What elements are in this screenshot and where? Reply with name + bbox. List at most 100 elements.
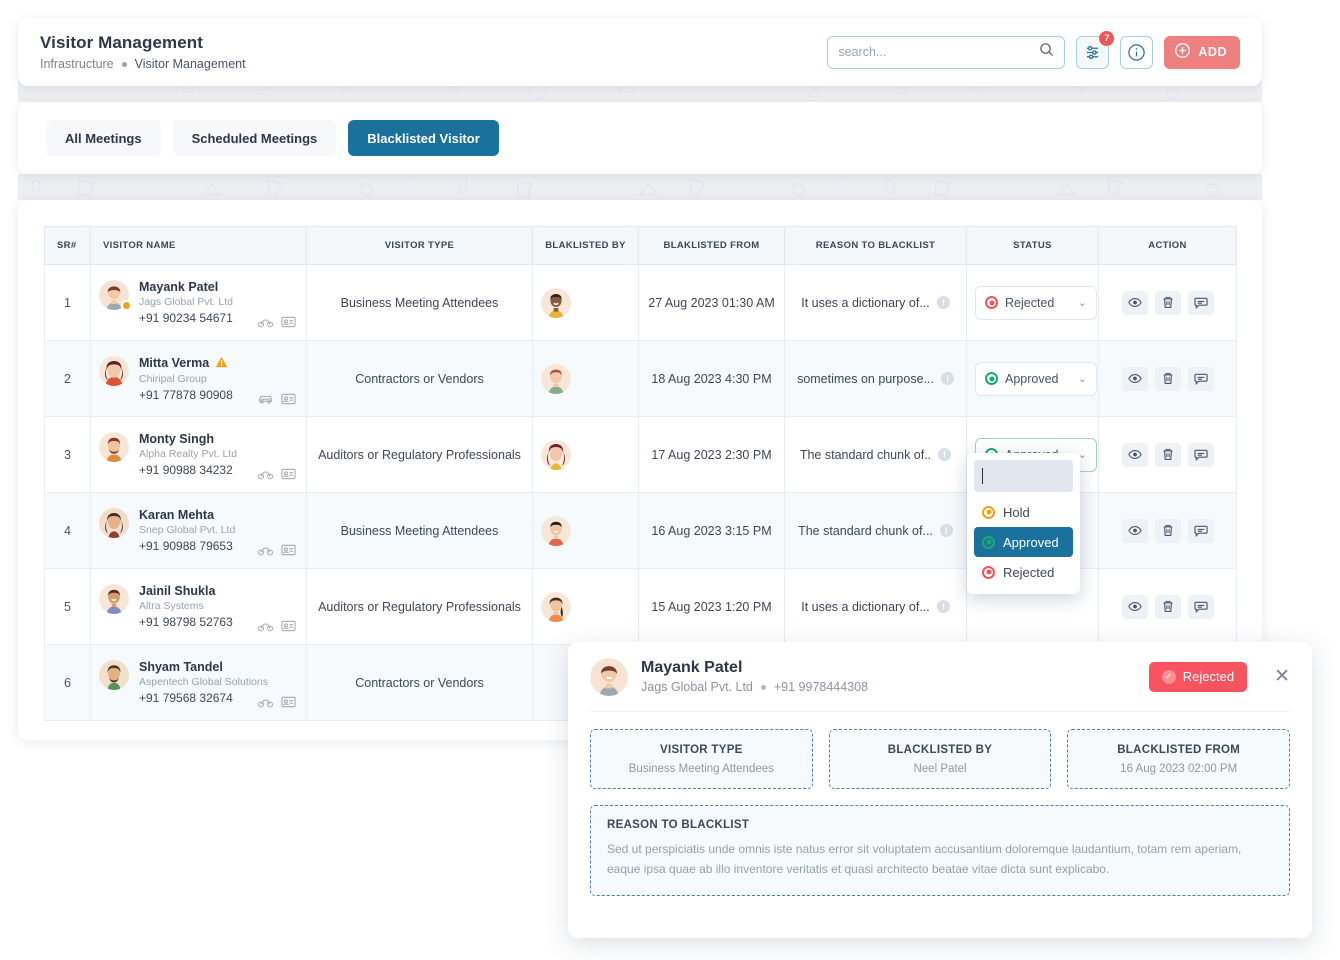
add-button-label: ADD [1198,45,1227,59]
status-select[interactable]: Approved ⌄ [975,361,1097,396]
row-sr: 5 [44,568,91,645]
tab-all-meetings[interactable]: All Meetings [46,120,161,156]
col-status: STATUS [966,226,1099,265]
bike-icon [258,316,273,331]
avatar [541,591,630,622]
row-status: Approved ⌄ [966,340,1099,417]
row-status: Rejected ⌄ [966,264,1099,341]
info-button[interactable] [1120,35,1154,69]
view-button[interactable] [1121,442,1148,467]
col-action: ACTION [1098,226,1237,265]
detail-phone: +91 9978444308 [773,680,869,694]
reason-info-icon[interactable]: ! [939,524,953,537]
dropdown-option-label: Approved [1003,534,1059,550]
avatar [99,355,129,386]
dropdown-option-rejected[interactable]: Rejected [974,557,1073,587]
row-visitor: Monty Singh Alpha Realty Pvt. Ltd +91 90… [90,416,307,493]
delete-button[interactable] [1154,290,1181,315]
id-card-icon [281,468,296,483]
tile-label: VISITOR TYPE [660,743,743,756]
row-sr: 1 [44,264,91,341]
breadcrumb-current: Visitor Management [134,57,246,71]
comment-button[interactable] [1187,290,1214,315]
tile-value: Business Meeting Attendees [628,762,774,775]
tile-value: Neel Patel [913,762,967,775]
title-block: Visitor Management Infrastructure Visito… [40,33,246,71]
status-radio-icon [982,505,995,519]
view-button[interactable] [1121,366,1148,391]
visitor-phone: +91 90234 54671 [139,311,233,325]
row-visitor-type: Contractors or Vendors [306,644,533,721]
add-button[interactable]: ADD [1164,35,1240,69]
avatar [541,363,630,394]
col-visitor-name: VISITOR NAME [90,226,307,265]
visitor-company: Chiripal Group [139,372,207,385]
table-row[interactable]: 1 Mayank Patel Jags Global Pvt. Ltd +91 … [44,264,1237,341]
status-select[interactable]: Rejected ⌄ [975,285,1097,320]
row-reason: The standard chunk of... ! [784,492,967,569]
comment-button[interactable] [1187,594,1214,619]
table-row[interactable]: 2 Mitta Verma Chiripal Group +91 77878 9… [44,340,1237,417]
id-card-icon [281,696,296,711]
plus-circle-icon [1174,42,1191,62]
status-dropdown-menu[interactable]: Hold Approved Rejected [967,453,1080,594]
detail-status-label: Rejected [1182,669,1235,684]
tab-scheduled-meetings[interactable]: Scheduled Meetings [172,120,337,156]
table-row[interactable]: 3 Monty Singh Alpha Realty Pvt. Ltd +91 … [44,416,1237,594]
row-visitor-type: Contractors or Vendors [306,340,533,417]
row-visitor-type: Business Meeting Attendees [306,492,533,569]
search-icon [1039,42,1054,62]
comment-button[interactable] [1187,442,1214,467]
comment-button[interactable] [1187,366,1214,391]
id-card-icon [281,316,296,331]
row-blacklisted-by [532,568,639,645]
col-visitor-type: VISITOR TYPE [306,226,533,265]
delete-button[interactable] [1154,594,1181,619]
search-input[interactable] [838,45,1040,59]
visitor-detail-panel: Mayank Patel Jags Global Pvt. Ltd +91 99… [568,642,1312,938]
table-header: SR# VISITOR NAME VISITOR TYPE BLAKLISTED… [44,226,1237,265]
row-reason: sometimes on purpose... ! [784,340,967,417]
row-visitor: Shyam Tandel Aspentech Global Solutions … [90,644,307,721]
view-button[interactable] [1121,290,1148,315]
visitor-phone: +91 77878 90908 [139,387,233,402]
row-blacklisted-from: 27 Aug 2023 01:30 AM [638,264,785,341]
dropdown-option-approved[interactable]: Approved [974,527,1073,557]
reason-info-icon[interactable]: ! [936,296,950,309]
tile-visitor-type: VISITOR TYPE Business Meeting Attendees [590,729,813,789]
avatar [541,439,630,470]
visitor-company: Jags Global Pvt. Ltd [139,296,233,308]
delete-button[interactable] [1154,442,1181,467]
status-dropdown-search[interactable] [974,460,1073,492]
filter-button[interactable]: 7 [1076,30,1115,69]
detail-tiles: VISITOR TYPE Business Meeting Attendees … [590,729,1291,789]
reason-info-icon[interactable]: ! [936,600,950,613]
row-sr: 3 [44,416,91,493]
reason-info-icon[interactable]: ! [938,448,952,461]
col-sr: SR# [44,226,91,265]
col-blacklisted-by: BLAKLISTED BY [532,226,639,265]
row-visitor-type: Auditors or Regulatory Professionals [306,568,533,645]
row-sr: 4 [44,492,91,569]
comment-button[interactable] [1187,518,1214,543]
separator-dot [760,684,766,690]
dropdown-option-hold[interactable]: Hold [974,497,1073,527]
reason-info-icon[interactable]: ! [940,372,954,385]
reason-text: The standard chunk of... [798,523,933,538]
row-visitor: Mayank Patel Jags Global Pvt. Ltd +91 90… [90,264,307,341]
search-box[interactable] [827,35,1066,69]
delete-button[interactable] [1154,366,1181,391]
tab-blacklisted-visitor[interactable]: Blacklisted Visitor [348,120,499,156]
row-blacklisted-from: 15 Aug 2023 1:20 PM [638,568,785,645]
row-reason: The standard chunk of.. ! [784,416,967,493]
breadcrumb-root[interactable]: Infrastructure [40,57,114,71]
row-actions [1098,340,1237,417]
view-button[interactable] [1121,518,1148,543]
page-header: Visitor Management Infrastructure Visito… [18,18,1262,86]
avatar [99,508,129,538]
row-visitor: Karan Mehta Snep Global Pvt. Ltd +91 909… [90,492,307,569]
delete-button[interactable] [1154,518,1181,543]
bike-icon [258,620,273,635]
view-button[interactable] [1121,594,1148,619]
close-icon[interactable]: ✕ [1274,667,1290,686]
